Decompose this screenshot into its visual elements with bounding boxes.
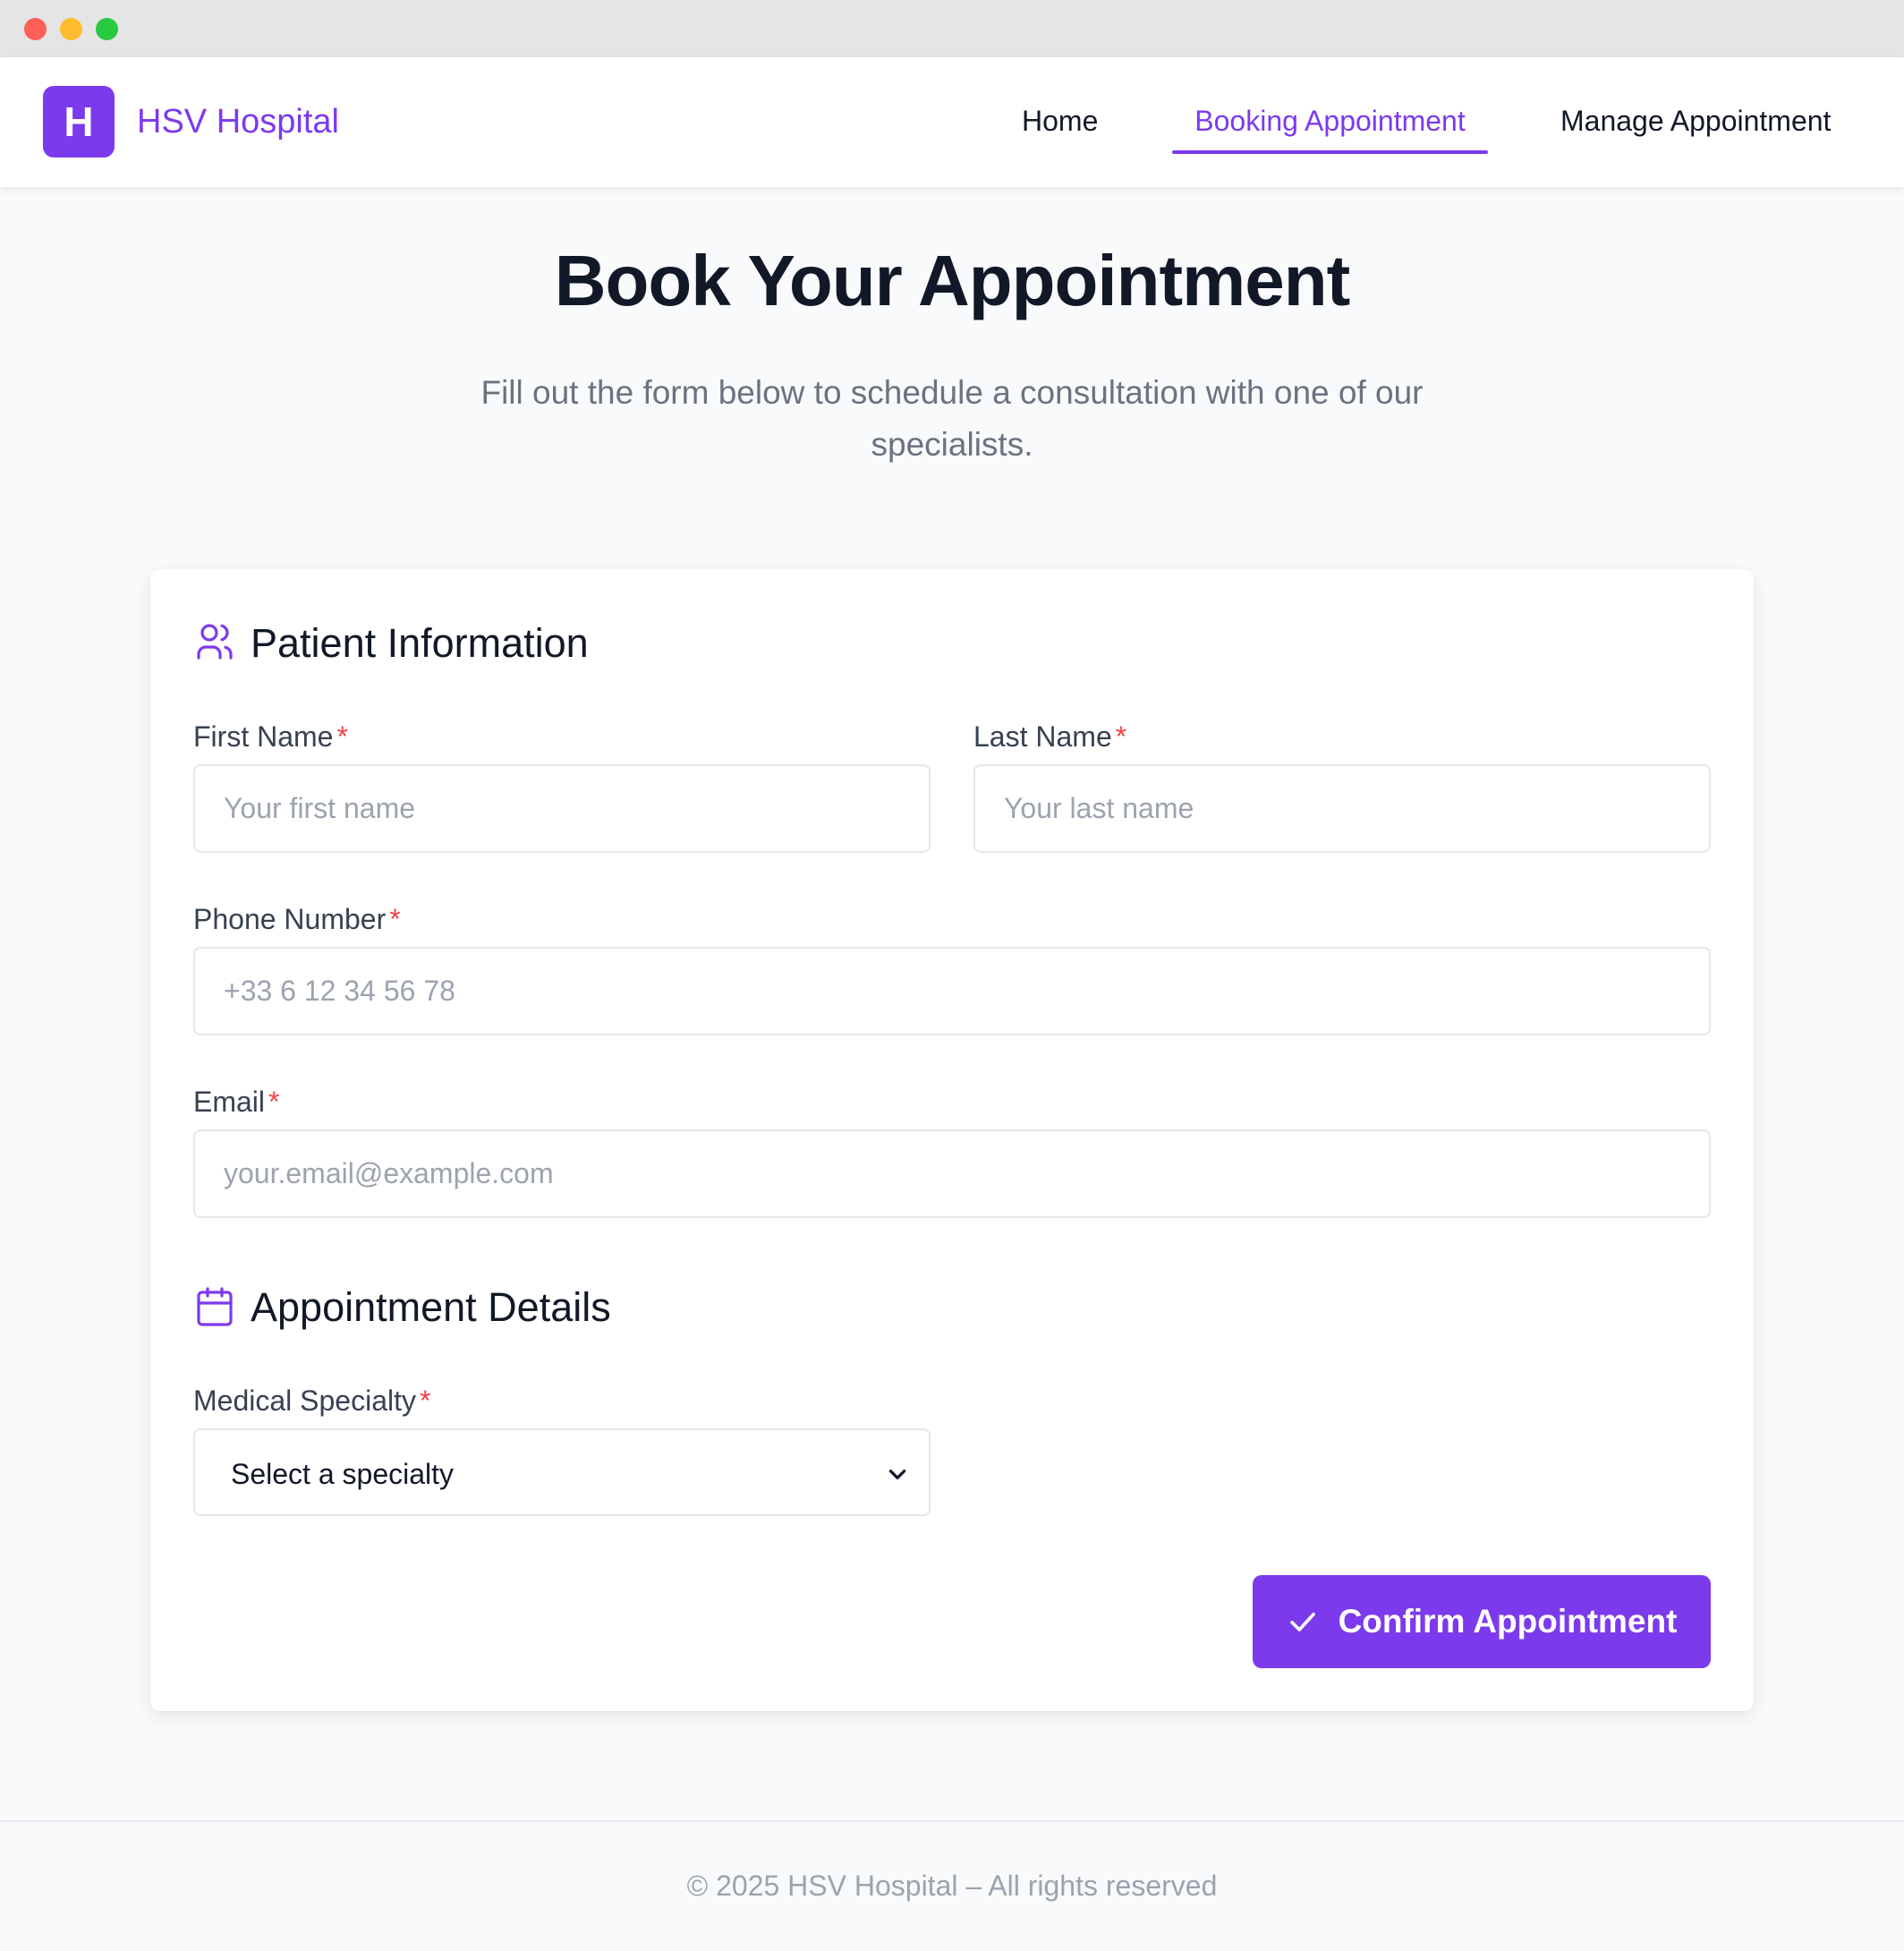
first-name-label: First Name * bbox=[193, 720, 348, 753]
users-icon bbox=[197, 624, 233, 660]
hospital-logo[interactable]: H bbox=[43, 86, 115, 158]
required-marker: * bbox=[336, 720, 348, 753]
specialty-selected-value: Select a specialty bbox=[231, 1458, 455, 1490]
required-marker: * bbox=[389, 903, 401, 935]
active-nav-indicator bbox=[1172, 150, 1488, 154]
window-titlebar bbox=[0, 0, 1904, 57]
maximize-window-button[interactable] bbox=[96, 18, 118, 40]
email-input[interactable] bbox=[193, 1129, 1711, 1218]
chevron-down-icon bbox=[888, 1470, 906, 1479]
required-marker: * bbox=[420, 1384, 431, 1417]
last-name-label: Last Name * bbox=[973, 720, 1127, 753]
nav-link-manage-appointment[interactable]: Manage Appointment bbox=[1560, 104, 1831, 138]
check-icon bbox=[1289, 1612, 1315, 1632]
medical-specialty-label: Medical Specialty * bbox=[193, 1384, 431, 1417]
last-name-input[interactable] bbox=[973, 764, 1711, 853]
close-window-button[interactable] bbox=[24, 18, 47, 40]
phone-number-label: Phone Number * bbox=[193, 903, 401, 935]
brand-name[interactable]: HSV Hospital bbox=[137, 102, 339, 143]
footer-divider bbox=[0, 1820, 1904, 1822]
required-marker: * bbox=[268, 1086, 280, 1118]
medical-specialty-select[interactable]: Select a specialty bbox=[193, 1428, 931, 1516]
email-label: Email * bbox=[193, 1086, 280, 1118]
page-title: Book Your Appointment bbox=[554, 241, 1351, 320]
phone-number-input[interactable] bbox=[193, 947, 1711, 1035]
top-navbar: H HSV Hospital Home Booking Appointment … bbox=[0, 57, 1904, 187]
nav-link-home[interactable]: Home bbox=[1022, 104, 1098, 138]
calendar-icon bbox=[197, 1287, 233, 1326]
booking-form-card: Patient Information First Name* Last Nam… bbox=[150, 569, 1754, 1711]
page-subtitle: Fill out the form below to schedule a co… bbox=[480, 374, 1424, 463]
confirm-appointment-button[interactable]: Confirm Appointment bbox=[1253, 1575, 1711, 1668]
minimize-window-button[interactable] bbox=[60, 18, 82, 40]
required-marker: * bbox=[1115, 720, 1127, 753]
footer-copyright: © 2025 HSV Hospital – All rights reserve… bbox=[686, 1870, 1218, 1902]
first-name-input[interactable] bbox=[193, 764, 931, 853]
nav-link-booking-appointment[interactable]: Booking Appointment bbox=[1172, 104, 1488, 138]
section-title-appointment-details: Appointment Details bbox=[251, 1284, 611, 1330]
confirm-appointment-label: Confirm Appointment bbox=[1338, 1603, 1678, 1640]
section-title-patient-information: Patient Information bbox=[251, 620, 589, 666]
